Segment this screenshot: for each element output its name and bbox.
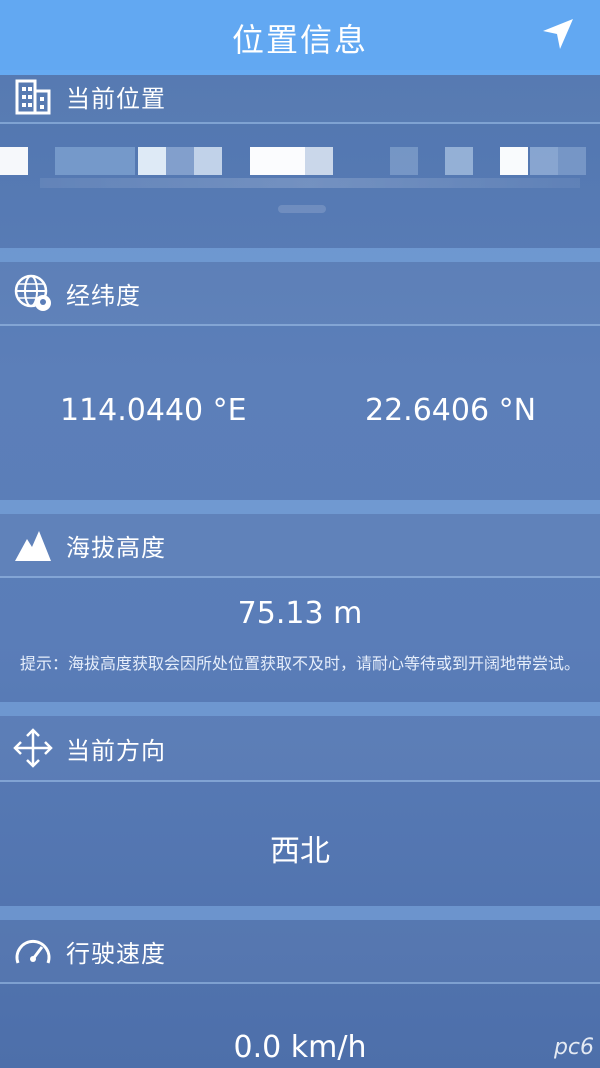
globe-pin-icon (12, 272, 54, 314)
altitude-label: 海拔高度 (66, 533, 166, 562)
speed-section: 行驶速度 0.0 km/h (0, 920, 600, 1068)
speed-label: 行驶速度 (66, 939, 166, 968)
direction-body: 西北 (0, 782, 600, 906)
longitude-value: 114.0440 °E (60, 393, 247, 428)
direction-label: 当前方向 (66, 736, 166, 765)
move-arrows-icon (12, 727, 54, 769)
speed-body: 0.0 km/h (0, 984, 600, 1068)
altitude-header: 海拔高度 (0, 514, 600, 578)
latitude-value: 22.6406 °N (365, 393, 537, 428)
watermark-logo: pc6 (553, 1035, 594, 1060)
altitude-body: 75.13 m 提示：海拔高度获取会因所处位置获取不及时，请耐心等待或到开阔地带… (0, 578, 600, 706)
speed-value: 0.0 km/h (233, 1030, 367, 1065)
page-title: 位置信息 (231, 20, 368, 59)
direction-header: 当前方向 (0, 716, 600, 782)
navigation-arrow-icon (543, 19, 573, 49)
building-icon (12, 75, 54, 117)
address-redacted-line2 (40, 178, 580, 188)
address-redacted (0, 147, 600, 175)
direction-section: 当前方向 西北 (0, 716, 600, 906)
current-location-section: 当前位置 (0, 70, 600, 124)
altitude-section: 海拔高度 75.13 m 提示：海拔高度获取会因所处位置获取不及时，请耐心等待或… (0, 514, 600, 706)
altitude-hint: 提示：海拔高度获取会因所处位置获取不及时，请耐心等待或到开阔地带尝试。 (19, 654, 580, 673)
section-separator (0, 702, 600, 716)
direction-value: 西北 (270, 834, 330, 869)
coordinates-header: 经纬度 (0, 262, 600, 326)
speedometer-icon (12, 930, 54, 972)
section-separator (0, 906, 600, 920)
navigation-button[interactable] (538, 14, 578, 54)
mountain-icon (12, 524, 54, 566)
coordinates-values: 114.0440 °E 22.6406 °N (0, 326, 600, 498)
address-redacted-line3 (278, 205, 326, 213)
top-bar: 位置信息 (0, 0, 600, 75)
section-separator (0, 248, 600, 262)
coordinates-label: 经纬度 (66, 281, 141, 310)
coordinates-section: 经纬度 114.0440 °E 22.6406 °N (0, 262, 600, 498)
current-location-header: 当前位置 (0, 70, 600, 124)
section-separator (0, 500, 600, 514)
altitude-value: 75.13 m (237, 596, 363, 631)
current-location-label: 当前位置 (66, 84, 166, 113)
speed-header: 行驶速度 (0, 920, 600, 984)
